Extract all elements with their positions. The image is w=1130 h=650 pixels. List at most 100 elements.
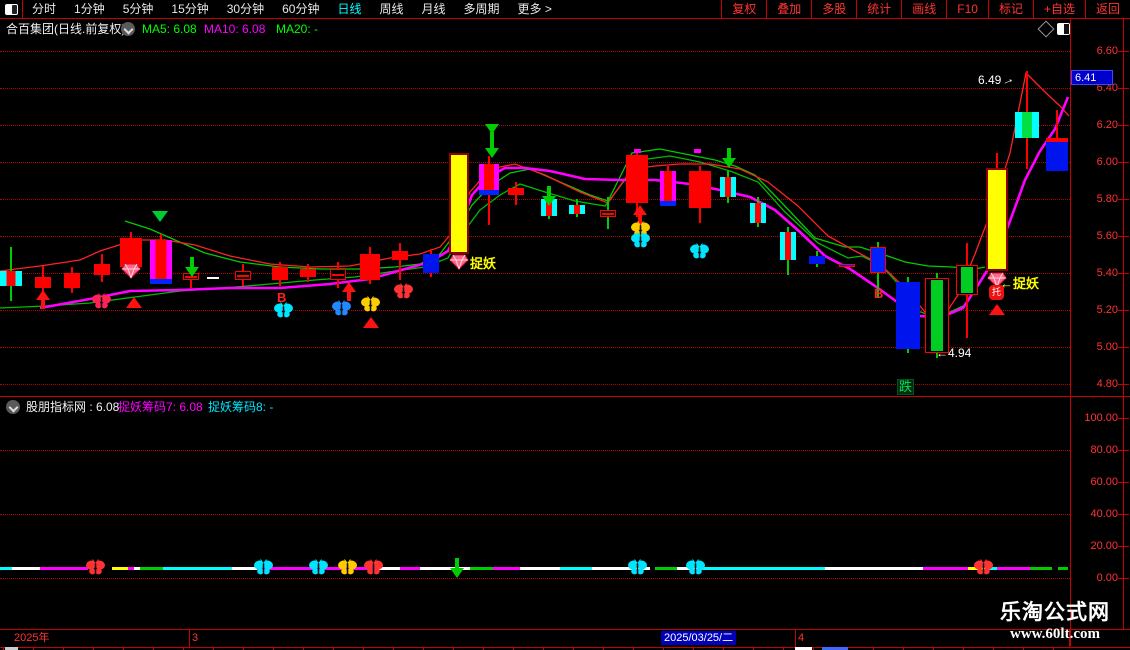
candlestick [986, 168, 1008, 271]
button-+自选[interactable]: +自选 [1032, 0, 1085, 18]
tab-月线[interactable]: 月线 [413, 0, 455, 18]
indicator-plot[interactable] [0, 397, 1070, 629]
price-axis-label: 5.00 [1096, 341, 1118, 353]
indicator-line-segment [923, 567, 968, 570]
down-arrow-icon [450, 568, 464, 578]
butterfly-icon [254, 559, 273, 575]
indicator-line-segment [655, 567, 677, 570]
candle-blue-band [660, 201, 676, 206]
zhuoyao-signal-label: ←捉妖 [1000, 276, 1040, 291]
button-叠加[interactable]: 叠加 [766, 0, 811, 18]
app-window: 分时 1分钟 5分钟 15分钟 30分钟 60分钟 日线 周线 月线 多周期 更多 > 复权 叠加 多股… [0, 0, 1130, 650]
candlestick [660, 171, 676, 201]
diamond-icon[interactable] [1037, 20, 1055, 38]
axis-tick [1118, 162, 1129, 163]
magenta-dot [634, 149, 641, 153]
buy-signal-label: B [277, 290, 287, 305]
candle-wick [399, 243, 401, 280]
axis-tick [1118, 51, 1129, 52]
date-label: 2025年 [14, 632, 50, 644]
butterfly-icon [393, 283, 414, 305]
indicator-line8-label: 捉妖筹码8: - [208, 400, 274, 414]
tab-1分钟[interactable]: 1分钟 [65, 0, 114, 18]
indicator-axis-label: 40.00 [1090, 508, 1118, 520]
gridline [0, 450, 1070, 451]
axis-tick [1118, 273, 1129, 274]
candlestick [508, 188, 524, 195]
up-triangle-icon [126, 297, 142, 308]
candle-blue-band [150, 279, 172, 284]
tab-30分钟[interactable]: 30分钟 [218, 0, 273, 18]
butterfly-icon [337, 559, 358, 581]
candlestick [392, 251, 408, 260]
button-标记[interactable]: 标记 [987, 0, 1033, 18]
button-统计[interactable]: 统计 [856, 0, 901, 18]
butterfly-icon [973, 559, 994, 581]
period-toolbar: 分时 1分钟 5分钟 15分钟 30分钟 60分钟 日线 周线 月线 多周期 更多 > 复权 叠加 多股… [0, 0, 1130, 19]
indicator-line-segment [700, 567, 825, 570]
button-多股[interactable]: 多股 [811, 0, 856, 18]
date-separator [795, 630, 796, 647]
butterfly-icon [86, 559, 105, 575]
tab-15分钟[interactable]: 15分钟 [162, 0, 217, 18]
button-画线[interactable]: 画线 [901, 0, 946, 18]
butterfly-icon [308, 559, 329, 581]
chevron-down-icon[interactable] [121, 22, 135, 36]
butterfly-icon [361, 296, 380, 312]
price-axis-label: 5.40 [1096, 267, 1118, 279]
tab-分时[interactable]: 分时 [23, 0, 65, 18]
zhuoyao-signal-label: 捉妖 [470, 256, 497, 271]
butterfly-icon [686, 559, 705, 575]
indicator-axis-label: 20.00 [1090, 540, 1118, 552]
axis-tick [1118, 418, 1129, 419]
candlestick [1046, 138, 1068, 171]
down-triangle-icon [152, 211, 168, 222]
tab-周线[interactable]: 周线 [370, 0, 412, 18]
indicator-axis-label: 100.00 [1084, 412, 1118, 424]
tab-更多 >[interactable]: 更多 > [509, 0, 561, 18]
axis-divider [1070, 18, 1071, 646]
butterfly-icon [685, 559, 706, 581]
candlestick [569, 205, 585, 214]
butterfly-icon [91, 293, 112, 315]
butterfly-icon [273, 302, 294, 324]
candlestick [207, 277, 219, 279]
candle-inner-dash [237, 274, 249, 277]
window-layout-icon[interactable] [0, 0, 23, 18]
up-triangle-icon [363, 317, 379, 328]
ma10-label: MA10: 6.08 [204, 22, 266, 36]
button-F10[interactable]: F10 [946, 0, 988, 18]
tab-60分钟[interactable]: 60分钟 [273, 0, 328, 18]
tab-日线[interactable]: 日线 [328, 0, 370, 18]
candlestick [839, 264, 855, 267]
indicator-line-segment [470, 567, 493, 570]
button-复权[interactable]: 复权 [721, 0, 766, 18]
gem-icon [449, 254, 469, 275]
period-tabs: 分时 1分钟 5分钟 15分钟 30分钟 60分钟 日线 周线 月线 多周期 更多 > [23, 0, 561, 18]
indicator-line-segment [140, 567, 163, 570]
axis-tick [1118, 384, 1129, 385]
axis-tick [1118, 347, 1129, 348]
split-view-icon[interactable] [1057, 23, 1070, 35]
gem-icon [449, 254, 469, 270]
price-axis-label: 6.00 [1096, 156, 1118, 168]
main-chart-plot[interactable]: BB 托捉妖 ←捉妖 6.49→ ←4.94 跌 [0, 40, 1070, 396]
candlestick [272, 267, 288, 280]
tab-多周期[interactable]: 多周期 [455, 0, 509, 18]
date-label: 3 [192, 632, 199, 644]
candlestick [64, 273, 80, 288]
candlestick [750, 203, 766, 223]
magenta-dot [694, 149, 701, 153]
candle-blue-band [479, 190, 499, 195]
axis-tick [1118, 199, 1129, 200]
down-arrow-stem [727, 148, 731, 158]
candle-inner-dash [602, 212, 614, 215]
up-arrow-icon [36, 290, 50, 300]
tab-5分钟[interactable]: 5分钟 [114, 0, 163, 18]
axis-tick [1118, 546, 1129, 547]
down-arrow-icon [185, 267, 199, 277]
candlestick [423, 254, 439, 273]
button-返回[interactable]: 返回 [1084, 0, 1130, 18]
chevron-down-icon[interactable] [6, 400, 20, 414]
candlestick [0, 271, 22, 286]
